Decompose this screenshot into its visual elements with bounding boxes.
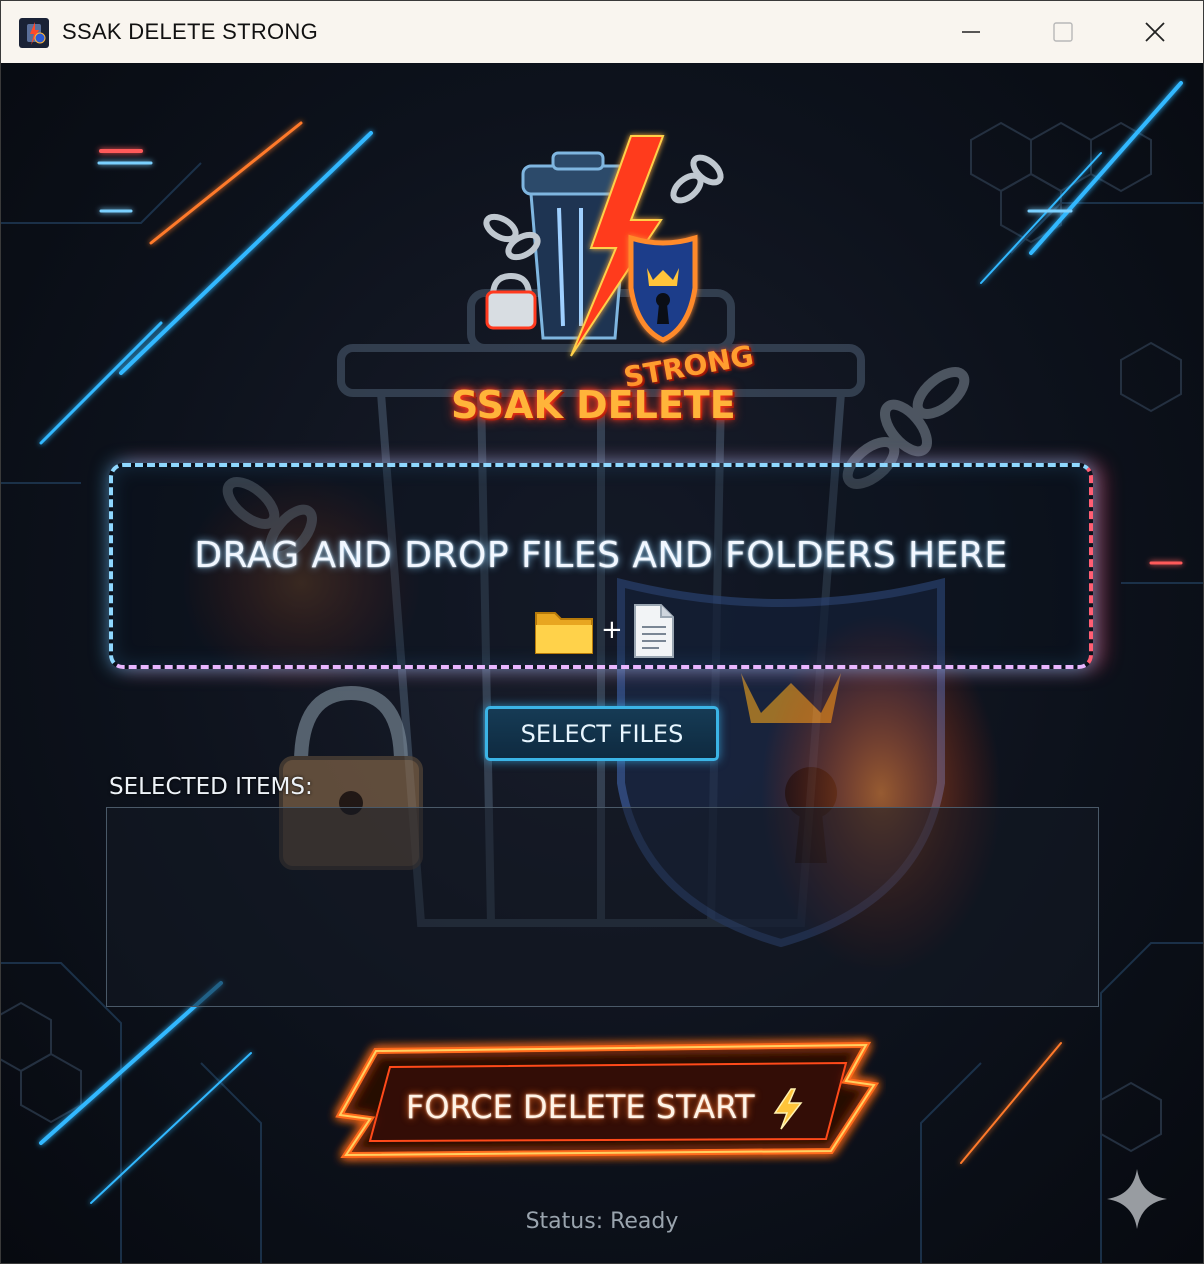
selected-items-label: SELECTED ITEMS: (109, 774, 313, 800)
title-bar[interactable]: SSAK DELETE STRONG (1, 1, 1203, 63)
plus-sign: + (601, 615, 623, 645)
selected-items-list[interactable] (106, 807, 1099, 1007)
maximize-icon (1053, 22, 1073, 42)
minimize-icon (962, 31, 980, 33)
force-delete-start-button[interactable]: FORCE DELETE START (326, 1023, 886, 1173)
main-content: STRONG SSAK DELETE DRAG AND DROP FILES A… (1, 63, 1203, 1263)
app-logo: STRONG SSAK DELETE (431, 128, 771, 428)
force-delete-text: FORCE DELETE START (406, 1088, 755, 1126)
minimize-button[interactable] (925, 1, 1017, 63)
drop-zone-text: DRAG AND DROP FILES AND FOLDERS HERE (194, 535, 1008, 576)
maximize-button[interactable] (1017, 1, 1109, 63)
file-icon (634, 604, 674, 658)
drop-zone-icons: + (533, 603, 683, 659)
logo-title: SSAK DELETE (451, 383, 736, 427)
status-text: Status: Ready (525, 1209, 679, 1234)
close-icon (1145, 22, 1165, 42)
close-button[interactable] (1109, 1, 1201, 63)
app-icon (19, 18, 49, 48)
lightning-icon (773, 1088, 803, 1130)
force-delete-label: FORCE DELETE START (406, 1087, 806, 1131)
folder-icon (535, 612, 593, 654)
sparkle-icon (1107, 1169, 1167, 1229)
window-title: SSAK DELETE STRONG (62, 19, 319, 44)
select-files-button[interactable]: SELECT FILES (485, 706, 719, 761)
app-window: SSAK DELETE STRONG STRONG SSAK DELETE DR… (0, 0, 1204, 1264)
drop-zone[interactable]: DRAG AND DROP FILES AND FOLDERS HERE + (109, 463, 1093, 669)
